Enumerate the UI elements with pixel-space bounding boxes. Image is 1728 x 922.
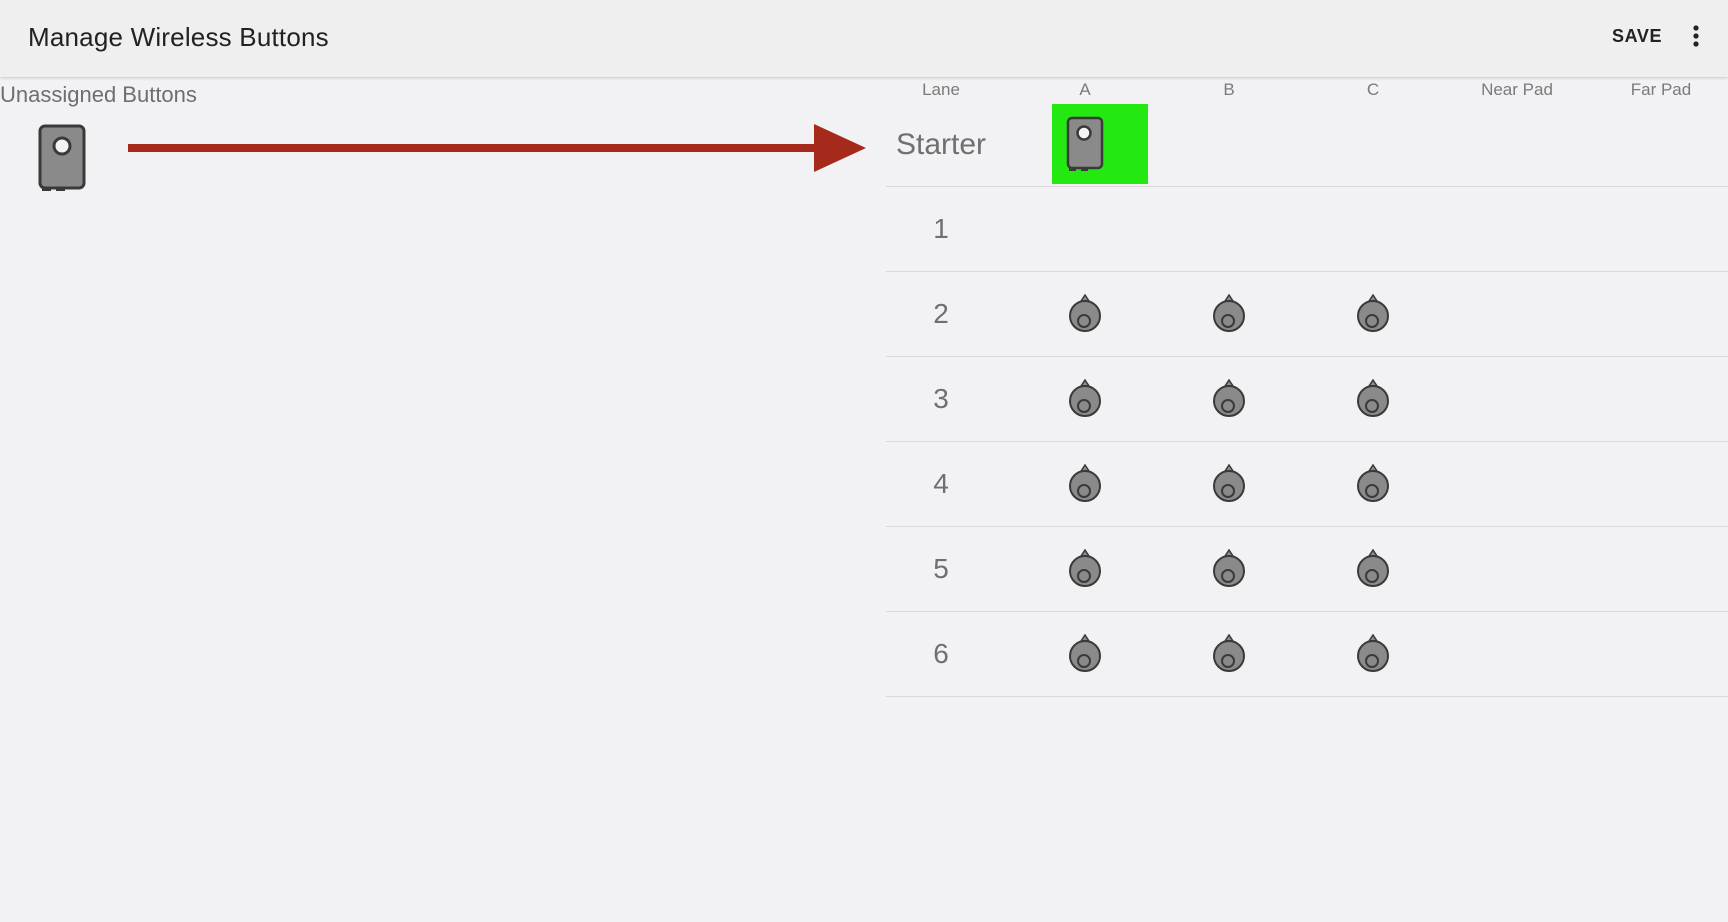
button-puck-icon — [1069, 464, 1101, 502]
button-puck-icon — [1069, 379, 1101, 417]
lane-6-slot-a[interactable] — [1013, 612, 1157, 696]
button-puck-icon — [1069, 634, 1101, 672]
lane-row-4: 4 — [886, 442, 1728, 527]
lane-label: 2 — [933, 298, 949, 329]
arrow-right-icon — [128, 124, 866, 172]
page-title: Manage Wireless Buttons — [28, 22, 329, 52]
lane-2-slot-a[interactable] — [1013, 272, 1157, 356]
lane-3-slot-b[interactable] — [1157, 357, 1301, 441]
lane-label: 4 — [933, 468, 949, 499]
lane-label: 6 — [933, 638, 949, 669]
more-vert-icon[interactable] — [1690, 24, 1702, 48]
lane-4-slot-near-pad[interactable] — [1445, 442, 1589, 526]
save-button[interactable]: SAVE — [1612, 26, 1662, 47]
lane-6-slot-b[interactable] — [1157, 612, 1301, 696]
lane-1-slot-far-pad[interactable] — [1589, 187, 1728, 271]
lane-2-slot-near-pad[interactable] — [1445, 272, 1589, 356]
button-puck-icon — [1357, 464, 1389, 502]
lane-2-slot-far-pad[interactable] — [1589, 272, 1728, 356]
lane-label: 1 — [933, 213, 949, 244]
app-bar: Manage Wireless Buttons SAVE — [0, 0, 1728, 77]
lane-1-slot-c[interactable] — [1301, 187, 1445, 271]
button-puck-icon — [1069, 294, 1101, 332]
lane-label: 3 — [933, 383, 949, 414]
lane-6-slot-c[interactable] — [1301, 612, 1445, 696]
lane-4-slot-far-pad[interactable] — [1589, 442, 1728, 526]
lane-5-slot-far-pad[interactable] — [1589, 527, 1728, 611]
button-puck-icon — [1357, 634, 1389, 672]
lane-label-starter: Starter — [895, 128, 987, 161]
lane-row-3: 3 — [886, 357, 1728, 442]
lane-1-slot-near-pad[interactable] — [1445, 187, 1589, 271]
lane-2-slot-c[interactable] — [1301, 272, 1445, 356]
lane-rows: 1 2 3 4 5 6 — [886, 187, 1728, 697]
button-puck-icon — [1357, 294, 1389, 332]
lane-6-slot-near-pad[interactable] — [1445, 612, 1589, 696]
starter-slot-a[interactable] — [1052, 104, 1148, 184]
lane-row-2: 2 — [886, 272, 1728, 357]
lane-3-slot-far-pad[interactable] — [1589, 357, 1728, 441]
lane-1-slot-b[interactable] — [1157, 187, 1301, 271]
wireless-button-device-icon[interactable] — [38, 124, 88, 192]
lane-4-slot-b[interactable] — [1157, 442, 1301, 526]
lane-6-slot-far-pad[interactable] — [1589, 612, 1728, 696]
lane-row-1: 1 — [886, 187, 1728, 272]
lane-assignment-grid: Lane A B C Near Pad Far Pad Starter 1234… — [886, 80, 1728, 697]
button-puck-icon — [1213, 294, 1245, 332]
lane-5-slot-a[interactable] — [1013, 527, 1157, 611]
lane-row-5: 5 — [886, 527, 1728, 612]
wireless-button-device-icon[interactable] — [1066, 116, 1104, 172]
starter-row: Starter — [886, 80, 1728, 187]
lane-5-slot-near-pad[interactable] — [1445, 527, 1589, 611]
lane-4-slot-a[interactable] — [1013, 442, 1157, 526]
button-puck-icon — [1213, 634, 1245, 672]
button-puck-icon — [1213, 379, 1245, 417]
button-puck-icon — [1357, 549, 1389, 587]
lane-4-slot-c[interactable] — [1301, 442, 1445, 526]
lane-3-slot-a[interactable] — [1013, 357, 1157, 441]
button-puck-icon — [1213, 549, 1245, 587]
button-puck-icon — [1213, 464, 1245, 502]
lane-1-slot-a[interactable] — [1013, 187, 1157, 271]
unassigned-buttons-title: Unassigned Buttons — [0, 82, 197, 107]
lane-label: 5 — [933, 553, 949, 584]
lane-3-slot-c[interactable] — [1301, 357, 1445, 441]
lane-row-6: 6 — [886, 612, 1728, 697]
lane-5-slot-b[interactable] — [1157, 527, 1301, 611]
lane-5-slot-c[interactable] — [1301, 527, 1445, 611]
lane-3-slot-near-pad[interactable] — [1445, 357, 1589, 441]
button-puck-icon — [1069, 549, 1101, 587]
button-puck-icon — [1357, 379, 1389, 417]
lane-2-slot-b[interactable] — [1157, 272, 1301, 356]
